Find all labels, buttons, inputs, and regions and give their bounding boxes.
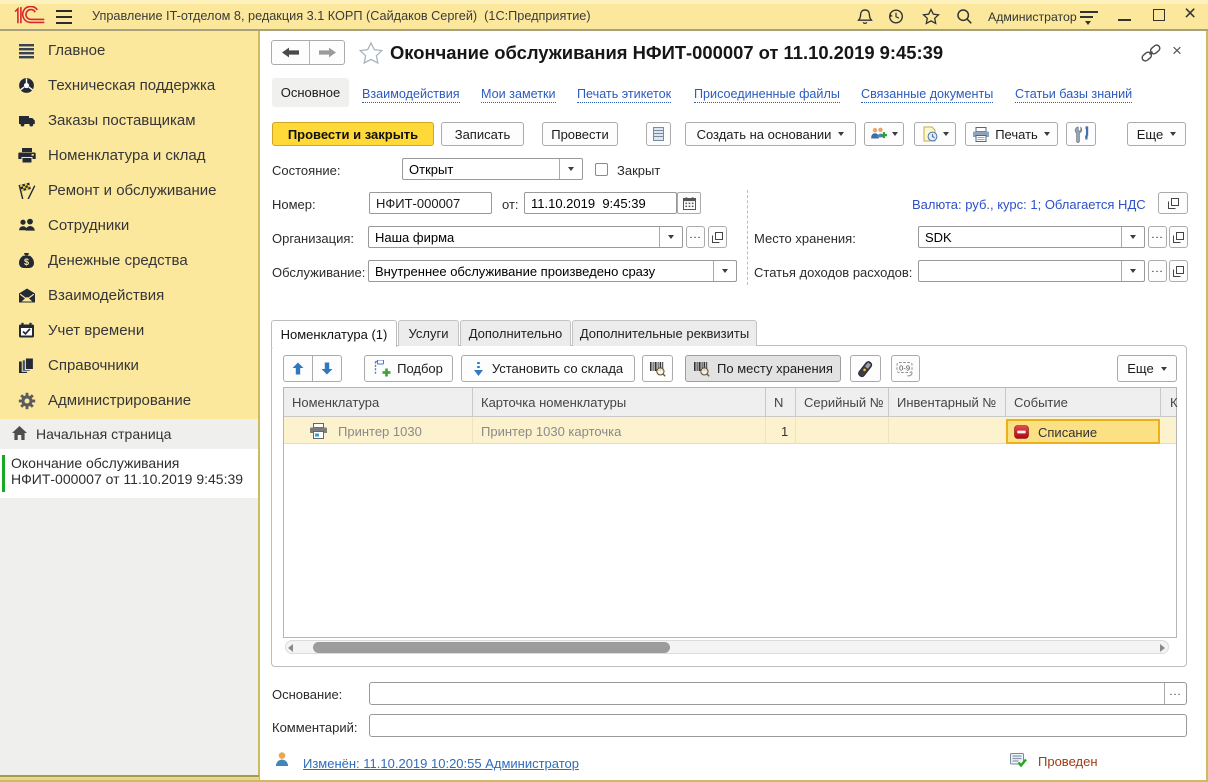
svg-text:0-9: 0-9 — [899, 363, 910, 372]
svg-text:$: $ — [24, 257, 29, 267]
